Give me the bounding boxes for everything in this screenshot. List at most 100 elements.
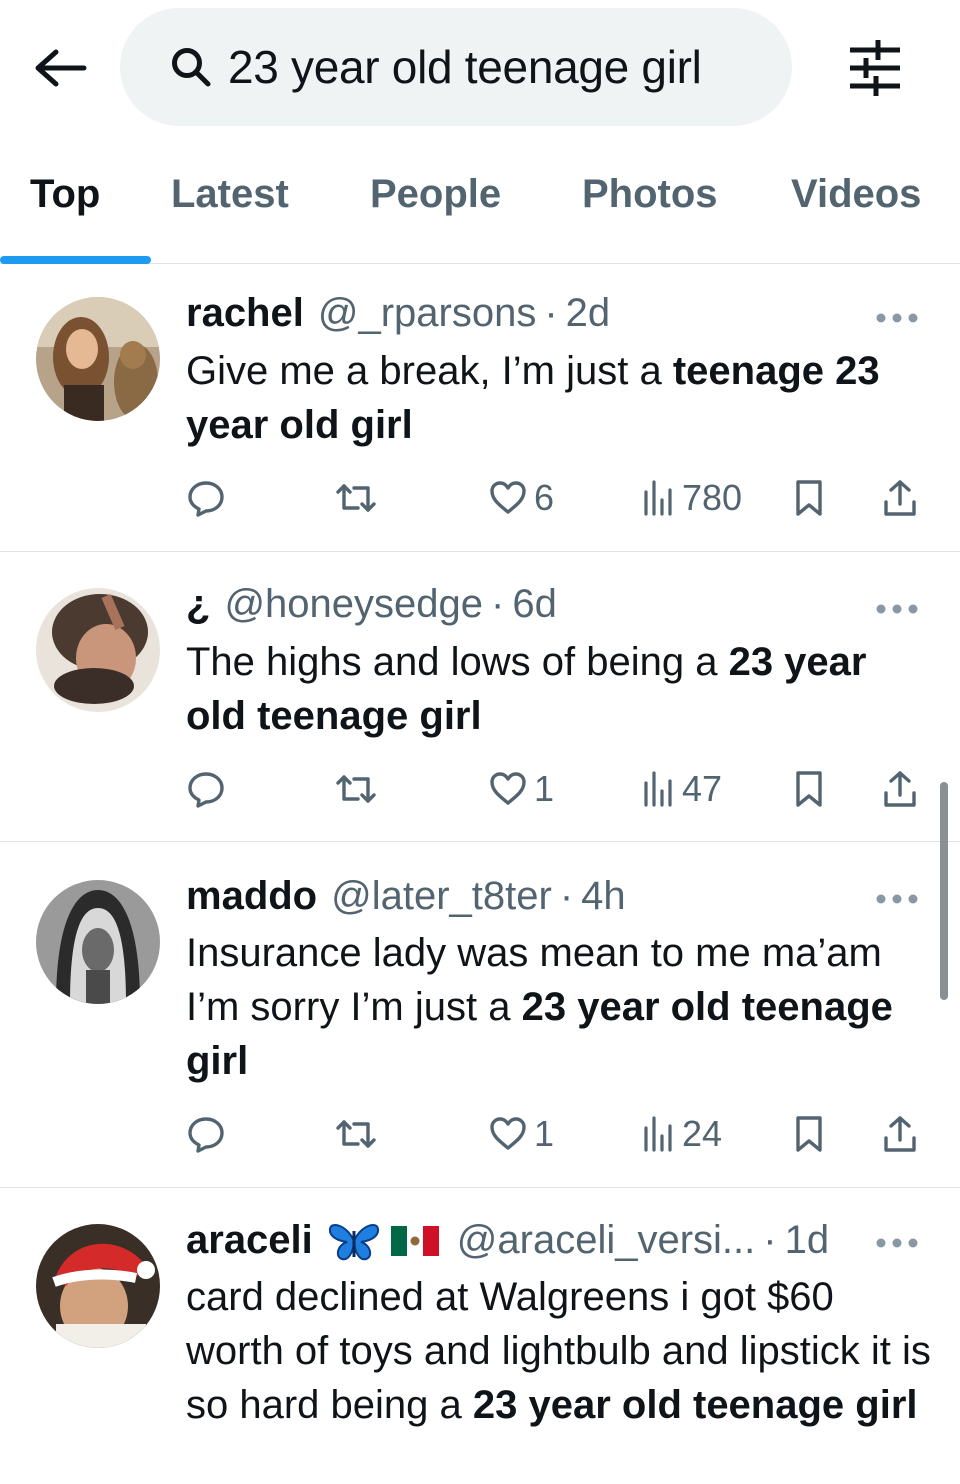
user-handle[interactable]: @later_t8ter	[331, 874, 552, 919]
heart-icon	[490, 772, 526, 805]
user-handle[interactable]: @honeysedge	[224, 582, 483, 627]
separator-dot: ·	[491, 582, 505, 626]
timestamp[interactable]: 4h	[581, 874, 626, 919]
tab-videos[interactable]: Videos	[791, 172, 921, 217]
user-handle[interactable]: @araceli_versi...	[457, 1218, 755, 1263]
avatar[interactable]	[36, 588, 160, 712]
tweet-text-part: Give me a break, I’m just a	[186, 349, 673, 393]
more-options-button[interactable]	[872, 1233, 922, 1253]
search-icon	[170, 45, 214, 89]
timestamp[interactable]: 1d	[785, 1218, 830, 1263]
tweet-text: Insurance lady was mean to me ma’am I’m …	[186, 926, 936, 1088]
separator-dot: ·	[763, 1218, 777, 1262]
more-options-button[interactable]	[872, 889, 922, 909]
views-button[interactable]: 47	[642, 767, 722, 811]
heart-icon	[490, 481, 526, 514]
tweet-header: ¿ @honeysedge · 6d	[186, 582, 557, 627]
like-button[interactable]: 1	[488, 1112, 554, 1156]
reply-icon	[188, 1117, 224, 1153]
tweet-text: card declined at Walgreens i got $60 wor…	[186, 1270, 936, 1432]
avatar[interactable]	[36, 880, 160, 1004]
tweet-actions: 1 24	[186, 1112, 926, 1156]
tab-latest[interactable]: Latest	[171, 172, 289, 217]
timestamp[interactable]: 6d	[512, 582, 557, 627]
view-count: 24	[682, 1113, 723, 1154]
more-options-button[interactable]	[872, 599, 922, 619]
more-dots-icon	[876, 894, 918, 904]
display-name[interactable]: ¿	[186, 582, 210, 627]
search-filter-button[interactable]	[842, 38, 908, 98]
reply-button[interactable]	[186, 767, 226, 811]
tweet[interactable]: rachel @_rparsons · 2d Give me a break, …	[0, 265, 960, 552]
reply-icon	[188, 481, 224, 517]
display-name[interactable]: maddo	[186, 874, 317, 919]
top-bar: 23 year old teenage girl	[0, 0, 960, 140]
share-button[interactable]	[882, 767, 918, 811]
reply-button[interactable]	[186, 1112, 226, 1156]
search-input[interactable]: 23 year old teenage girl	[120, 8, 792, 126]
like-count: 6	[534, 477, 555, 518]
display-name[interactable]: rachel	[186, 291, 304, 336]
tweet-text: Give me a break, I’m just a teenage 23 y…	[186, 344, 936, 452]
retweet-button[interactable]	[334, 767, 378, 811]
bookmark-button[interactable]	[792, 1112, 826, 1156]
bookmark-button[interactable]	[792, 476, 826, 520]
avatar[interactable]	[36, 1224, 160, 1348]
view-count: 780	[682, 477, 743, 518]
views-button[interactable]: 780	[642, 476, 742, 520]
tab-top[interactable]: Top	[30, 172, 100, 217]
back-button[interactable]	[30, 42, 90, 94]
tweet-header: maddo @later_t8ter · 4h	[186, 874, 626, 919]
tweet[interactable]: maddo @later_t8ter · 4h Insurance lady w…	[0, 842, 960, 1188]
tweet-text-part: The highs and lows of being a	[186, 640, 729, 684]
retweet-button[interactable]	[334, 1112, 378, 1156]
more-options-button[interactable]	[872, 308, 922, 328]
display-name[interactable]: araceli	[186, 1218, 313, 1263]
search-query: 23 year old teenage girl	[228, 41, 702, 93]
timestamp[interactable]: 2d	[566, 291, 611, 336]
tweet-text: The highs and lows of being a 23 year ol…	[186, 635, 936, 743]
retweet-button[interactable]	[334, 476, 378, 520]
user-handle[interactable]: @_rparsons	[318, 291, 536, 336]
tweet[interactable]: araceli @araceli_versi... · 1d card decl…	[0, 1188, 960, 1484]
retweet-icon	[336, 1120, 376, 1148]
separator-dot: ·	[559, 874, 574, 918]
share-button[interactable]	[882, 476, 918, 520]
reply-icon	[188, 772, 224, 808]
views-chart-icon	[644, 771, 672, 807]
reply-button[interactable]	[186, 476, 226, 520]
tab-people[interactable]: People	[370, 172, 501, 217]
heart-icon	[490, 1117, 526, 1150]
share-icon	[884, 480, 916, 516]
avatar[interactable]	[36, 297, 160, 421]
views-chart-icon	[644, 1116, 672, 1152]
active-tab-indicator	[0, 256, 151, 264]
tab-photos[interactable]: Photos	[582, 172, 718, 217]
sliders-icon	[850, 40, 900, 96]
search-tabs: Top Latest People Photos Videos	[0, 150, 960, 264]
like-count: 1	[534, 768, 555, 809]
bookmark-icon	[796, 771, 822, 807]
share-button[interactable]	[882, 1112, 918, 1156]
scrollbar[interactable]	[940, 782, 948, 1000]
tweet-header: araceli @araceli_versi... · 1d	[186, 1218, 829, 1263]
share-icon	[884, 1116, 916, 1152]
tweet-actions: 1 47	[186, 767, 926, 811]
tweet-actions: 6 780	[186, 476, 926, 520]
tweet[interactable]: ¿ @honeysedge · 6d The highs and lows of…	[0, 552, 960, 842]
mexico-flag-icon	[390, 1225, 439, 1256]
tweet-header: rachel @_rparsons · 2d	[186, 291, 610, 336]
butterfly-icon	[327, 1219, 381, 1263]
share-icon	[884, 771, 916, 807]
more-dots-icon	[876, 313, 918, 323]
like-button[interactable]: 6	[488, 476, 554, 520]
bookmark-icon	[796, 1116, 822, 1152]
retweet-icon	[336, 484, 376, 512]
arrow-left-icon	[35, 49, 87, 87]
bookmark-icon	[796, 480, 822, 516]
like-button[interactable]: 1	[488, 767, 554, 811]
bookmark-button[interactable]	[792, 767, 826, 811]
more-dots-icon	[876, 604, 918, 614]
view-count: 47	[682, 768, 723, 809]
views-button[interactable]: 24	[642, 1112, 722, 1156]
